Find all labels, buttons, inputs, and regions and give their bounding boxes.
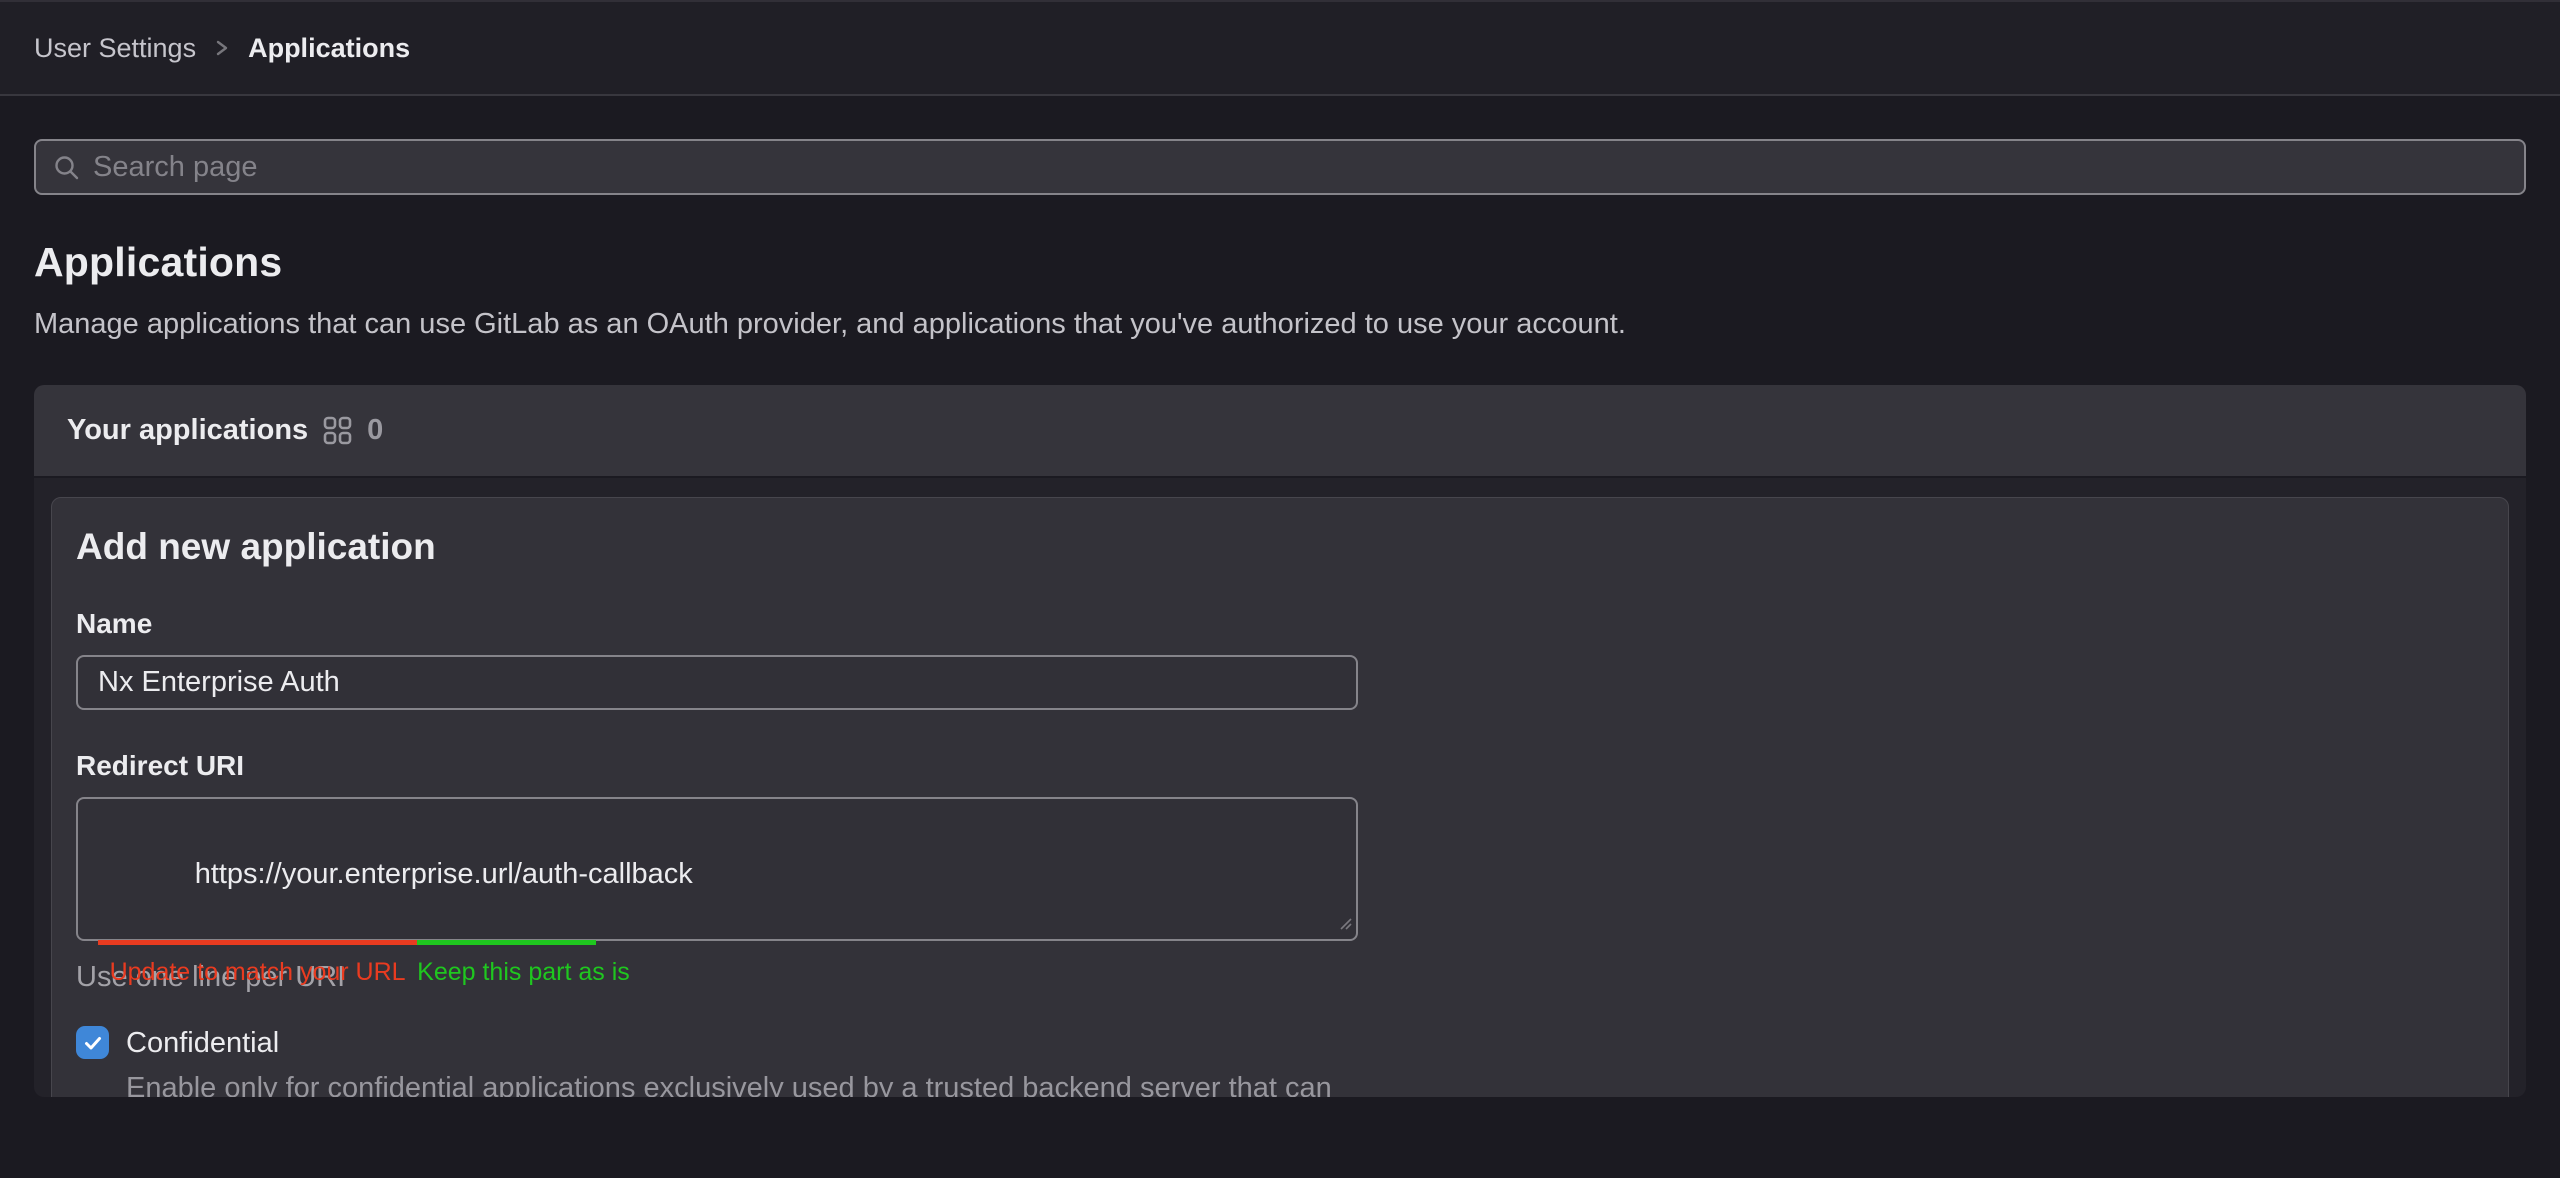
applications-panel-body: Add new application Name Redirect URI ht… <box>34 478 2526 1097</box>
card-title: Add new application <box>76 526 2484 568</box>
search-input[interactable] <box>93 151 2508 184</box>
applications-grid-icon <box>322 415 353 446</box>
textarea-resize-handle[interactable] <box>1337 915 1353 936</box>
chevron-right-icon <box>214 36 230 60</box>
search-bar[interactable] <box>34 139 2526 195</box>
main-content: Applications Manage applications that ca… <box>0 139 2560 1097</box>
annotation-underlines: https://your.enterprise.url /auth-callba… <box>98 940 1336 945</box>
red-underline: https://your.enterprise.url <box>98 940 417 945</box>
breadcrumb-applications[interactable]: Applications <box>248 33 410 64</box>
green-underline: /auth-callback <box>417 940 596 945</box>
confidential-row: Confidential <box>76 1026 2484 1060</box>
checkmark-icon <box>82 1032 104 1054</box>
breadcrumb-user-settings[interactable]: User Settings <box>34 33 196 64</box>
page-description: Manage applications that can use GitLab … <box>34 308 2526 341</box>
search-icon <box>52 153 81 182</box>
redirect-uri-label: Redirect URI <box>76 750 2484 782</box>
redirect-uri-value: https://your.enterprise.url/auth-callbac… <box>98 811 1336 937</box>
breadcrumb-bar: User Settings Applications <box>0 0 2560 96</box>
page-title: Applications <box>34 239 2526 286</box>
name-label: Name <box>76 608 2484 640</box>
confidential-checkbox[interactable] <box>76 1026 109 1059</box>
applications-count-badge: 0 <box>367 414 383 447</box>
annotation-labels: https://your.enterprise.url Update to ma… <box>98 958 1336 987</box>
name-input[interactable] <box>76 655 1358 710</box>
red-annotation-label: Update to match your URL <box>110 958 406 987</box>
confidential-help-text: Enable only for confidential application… <box>126 1068 1376 1097</box>
green-annotation-label: Keep this part as is <box>417 958 630 987</box>
applications-panel-header: Your applications 0 <box>34 385 2526 478</box>
add-application-card: Add new application Name Redirect URI ht… <box>51 497 2509 1097</box>
applications-panel: Your applications 0 Add new application … <box>34 385 2526 1097</box>
panel-title: Your applications <box>67 414 308 447</box>
breadcrumb: User Settings Applications <box>34 33 410 64</box>
confidential-label[interactable]: Confidential <box>126 1026 279 1060</box>
redirect-uri-textarea[interactable]: https://your.enterprise.url/auth-callbac… <box>76 797 1358 941</box>
